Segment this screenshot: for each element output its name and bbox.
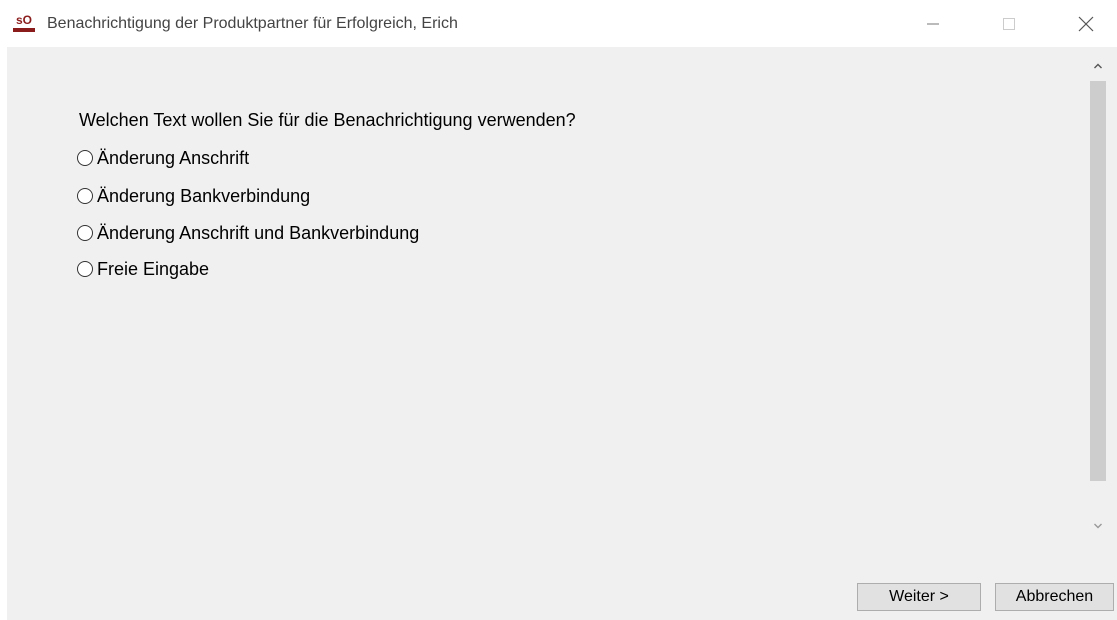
- chevron-down-icon: [1094, 523, 1102, 529]
- close-icon: [1078, 16, 1094, 31]
- option-aenderung-anschrift[interactable]: Änderung Anschrift: [77, 146, 249, 170]
- next-button[interactable]: Weiter >: [857, 583, 981, 611]
- radio-button[interactable]: [77, 150, 93, 166]
- question-label: Welchen Text wollen Sie für die Benachri…: [79, 110, 576, 130]
- option-label: Änderung Anschrift und Bankverbindung: [97, 223, 420, 243]
- vertical-scrollbar[interactable]: [1089, 57, 1107, 532]
- minimize-button[interactable]: [910, 0, 956, 47]
- window-title: Benachrichtigung der Produktpartner für …: [47, 15, 458, 32]
- option-aenderung-anschrift-und-bankverbindung[interactable]: Änderung Anschrift und Bankverbindung: [77, 221, 419, 245]
- option-label: Freie Eingabe: [97, 259, 210, 279]
- option-label: Änderung Bankverbindung: [97, 186, 311, 206]
- maximize-icon: [1003, 17, 1015, 30]
- radio-button[interactable]: [77, 261, 93, 277]
- dialog-content: Welchen Text wollen Sie für die Benachri…: [7, 47, 1117, 620]
- option-label: Änderung Anschrift: [97, 148, 250, 168]
- scroll-thumb[interactable]: [1090, 81, 1106, 481]
- minimize-icon: [927, 23, 939, 24]
- scroll-up-button[interactable]: [1089, 57, 1107, 75]
- close-button[interactable]: [1063, 0, 1109, 47]
- title-bar[interactable]: sO Benachrichtigung der Produktpartner f…: [0, 0, 1117, 47]
- radio-button[interactable]: [77, 225, 93, 241]
- option-freie-eingabe[interactable]: Freie Eingabe: [77, 257, 209, 281]
- scroll-down-button[interactable]: [1089, 517, 1107, 535]
- chevron-up-icon: [1094, 63, 1102, 69]
- maximize-button[interactable]: [986, 0, 1032, 47]
- cancel-button[interactable]: Abbrechen: [995, 583, 1114, 611]
- option-aenderung-bankverbindung[interactable]: Änderung Bankverbindung: [77, 184, 310, 208]
- radio-button[interactable]: [77, 188, 93, 204]
- app-icon: sO: [12, 13, 36, 33]
